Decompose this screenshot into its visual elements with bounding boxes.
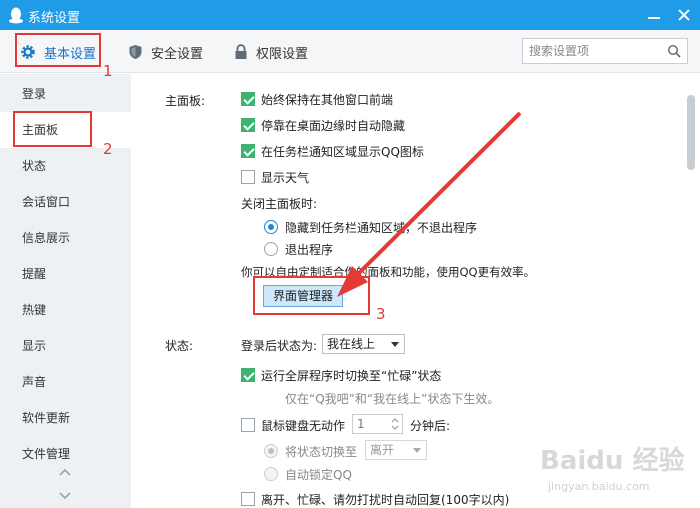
watermark-logo: Baidu 经验	[540, 446, 685, 476]
watermark-url: jingyan.baidu.com	[548, 480, 650, 493]
annotation-arrow-icon	[337, 111, 522, 297]
